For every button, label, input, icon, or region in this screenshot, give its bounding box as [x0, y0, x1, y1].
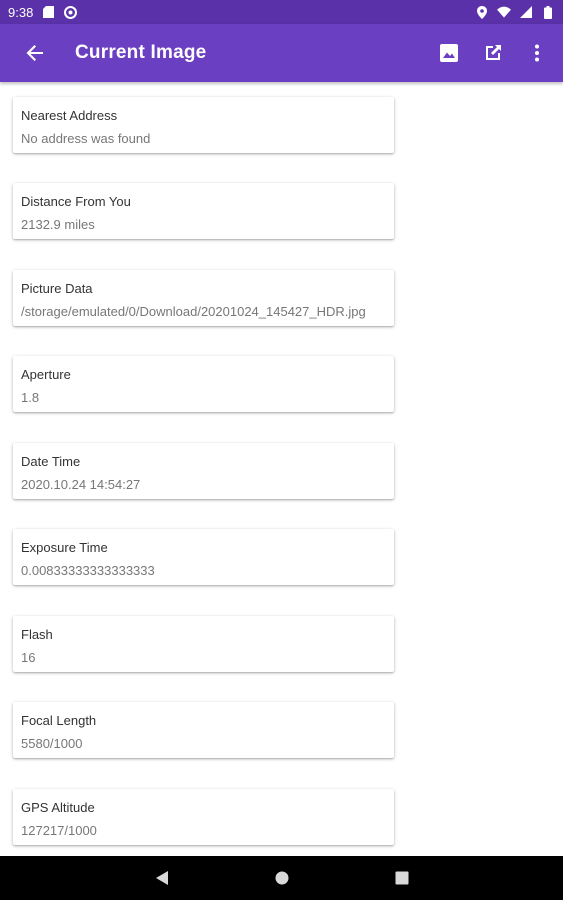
- detail-value: 2020.10.24 14:54:27: [21, 477, 141, 492]
- detail-label: GPS Altitude: [21, 800, 95, 815]
- detail-value: /storage/emulated/0/Download/20201024_14…: [21, 304, 366, 319]
- detail-value: 1.8: [21, 390, 40, 405]
- app-bar: Current Image: [0, 24, 563, 82]
- nav-home-button[interactable]: [262, 858, 302, 898]
- detail-card-flash: Flash 16: [13, 616, 394, 672]
- location-icon: [475, 5, 489, 19]
- detail-label: Aperture: [21, 367, 71, 382]
- more-vert-icon: [535, 44, 539, 62]
- sd-card-icon: [41, 5, 55, 19]
- detail-card-aperture: Aperture 1.8: [13, 356, 394, 412]
- status-time: 9:38: [8, 4, 34, 20]
- detail-label: Flash: [21, 627, 53, 642]
- open-external-icon: [486, 45, 501, 60]
- detail-card-distance: Distance From You 2132.9 miles: [13, 183, 394, 239]
- open-external-button[interactable]: [481, 41, 505, 65]
- detail-card-gps-altitude: GPS Altitude 127217/1000: [13, 789, 394, 845]
- detail-value: No address was found: [21, 131, 151, 146]
- detail-value: 5580/1000: [21, 736, 83, 751]
- detail-value: 2132.9 miles: [21, 217, 95, 232]
- image-details-list[interactable]: Nearest Address No address was found Dis…: [0, 82, 563, 856]
- detail-card-focal-length: Focal Length 5580/1000: [13, 702, 394, 758]
- nav-recents-icon: [395, 871, 408, 885]
- detail-label: Exposure Time: [21, 540, 108, 555]
- nav-back-button[interactable]: [142, 858, 182, 898]
- detail-card-exposure-time: Exposure Time 0.00833333333333333: [13, 529, 394, 585]
- detail-label: Nearest Address: [21, 108, 118, 123]
- image-icon: [440, 44, 458, 62]
- nav-back-icon: [155, 871, 168, 885]
- more-options-button[interactable]: [525, 41, 549, 65]
- detail-value: 0.00833333333333333: [21, 563, 155, 578]
- sync-icon: [63, 5, 77, 19]
- page-title: Current Image: [75, 42, 207, 63]
- detail-label: Date Time: [21, 454, 81, 469]
- detail-label: Picture Data: [21, 281, 93, 296]
- detail-card-nearest-address: Nearest Address No address was found: [13, 97, 394, 153]
- detail-value: 16: [21, 650, 36, 665]
- back-button[interactable]: [23, 41, 47, 65]
- detail-value: 127217/1000: [21, 823, 97, 838]
- detail-label: Distance From You: [21, 194, 131, 209]
- detail-card-picture-data: Picture Data /storage/emulated/0/Downloa…: [13, 270, 394, 326]
- image-button[interactable]: [437, 41, 461, 65]
- back-arrow-icon: [26, 45, 43, 61]
- nav-home-icon: [275, 871, 288, 885]
- detail-label: Focal Length: [21, 713, 97, 728]
- detail-card-date-time: Date Time 2020.10.24 14:54:27: [13, 443, 394, 499]
- status-bar: 9:38: [0, 0, 563, 24]
- wifi-icon: [497, 5, 511, 19]
- battery-icon: [541, 5, 555, 19]
- system-nav-bar: [0, 856, 563, 900]
- nav-recents-button[interactable]: [382, 858, 422, 898]
- signal-icon: [519, 5, 533, 19]
